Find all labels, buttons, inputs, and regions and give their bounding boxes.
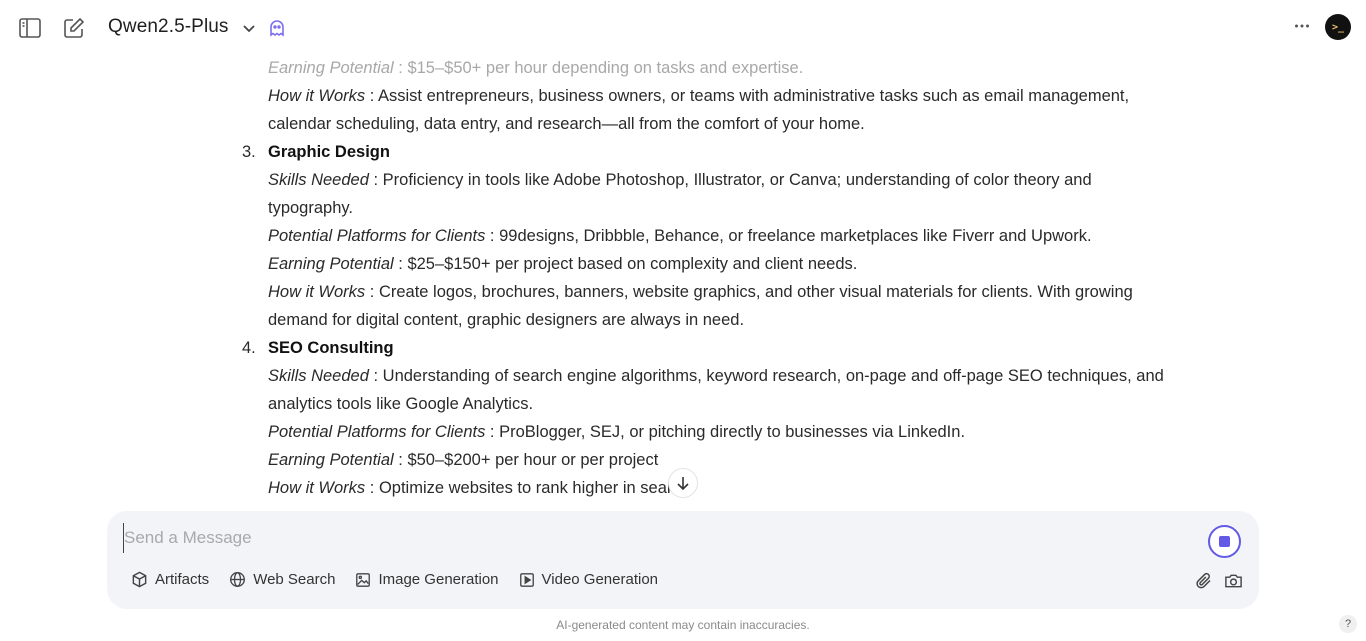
temporary-chat-ghost-icon[interactable] [263,14,291,42]
skills-needed-line: Skills Needed : Understanding of search … [268,367,1164,413]
help-button[interactable]: ? [1339,615,1357,633]
cube-icon [132,571,147,588]
model-name[interactable]: Qwen2.5-Plus [108,16,229,38]
web-search-label: Web Search [253,571,336,588]
disclaimer-text: AI-generated content may contain inaccur… [556,618,810,632]
stop-generation-button[interactable] [1208,525,1241,558]
list-item-title: 3. Graphic Design [236,138,1176,166]
platforms-line: Potential Platforms for Clients : ProBlo… [268,423,966,441]
artifacts-button[interactable]: Artifacts [131,571,209,588]
platforms-line: Potential Platforms for Clients : 99desi… [268,227,1092,245]
image-icon [356,572,371,587]
attach-file-icon[interactable] [1195,572,1213,595]
chevron-down-icon[interactable] [235,14,263,42]
arrow-down-icon [677,477,689,491]
earning-potential-line: Earning Potential : $25–$150+ per projec… [268,255,858,273]
how-it-works-line: How it Works : Create logos, brochures, … [268,283,1133,329]
video-generation-button[interactable]: Video Generation [519,571,658,588]
globe-icon [230,572,246,587]
image-generation-button[interactable]: Image Generation [355,571,499,588]
web-search-button[interactable]: Web Search [229,571,335,588]
camera-icon[interactable] [1224,572,1243,595]
new-chat-icon[interactable] [60,14,88,42]
scroll-to-bottom-button[interactable] [668,468,698,498]
skills-needed-line: Skills Needed : Proficiency in tools lik… [268,171,1092,217]
image-generation-label: Image Generation [378,571,499,588]
sidebar-toggle-icon[interactable] [16,14,44,42]
chat-area: Earning Potential : $15–$50+ per hour de… [0,56,1366,510]
composer-tools: Artifacts Web Search Image Generation Vi… [131,571,678,588]
user-avatar[interactable]: >_ [1325,14,1351,40]
top-bar: Qwen2.5-Plus >_ [0,0,1366,56]
message-composer: Artifacts Web Search Image Generation [107,511,1259,609]
message-input[interactable] [123,523,1183,553]
artifacts-label: Artifacts [155,571,210,588]
how-it-works-line: How it Works : Optimize websites to rank… [268,479,690,497]
earning-potential-line-prev: Earning Potential : $15–$50+ per hour de… [268,59,804,77]
list-number: 3. [242,143,256,161]
video-generation-label: Video Generation [541,571,659,588]
list-item-title: 4. SEO Consulting [236,334,1176,362]
list-number: 4. [242,339,256,357]
stop-icon [1219,536,1230,547]
assistant-message: Earning Potential : $15–$50+ per hour de… [236,56,1176,502]
video-play-icon [519,572,534,587]
earning-potential-line: Earning Potential : $50–$200+ per hour o… [268,451,659,469]
more-options-icon[interactable] [1288,12,1316,40]
how-it-works-line-prev: How it Works : Assist entrepreneurs, bus… [268,87,1130,133]
